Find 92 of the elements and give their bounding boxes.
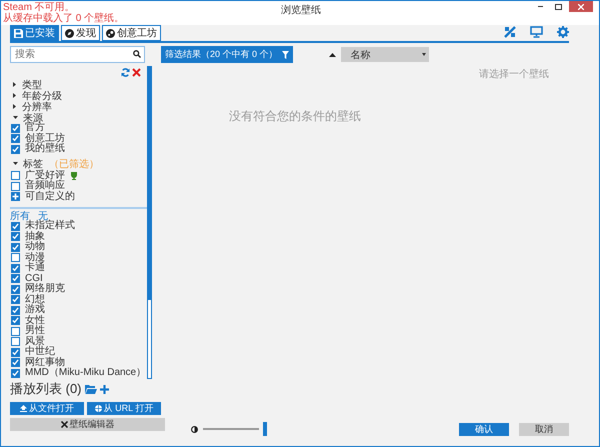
tab[interactable]: 已安装 — [10, 25, 59, 41]
settings-icon[interactable] — [557, 26, 569, 38]
checkbox[interactable] — [11, 348, 20, 357]
checkbox[interactable] — [11, 295, 20, 304]
tag-option[interactable]: MMD（Miku-Miku Dance） — [10, 368, 147, 378]
tag-option[interactable]: 幻想 — [10, 294, 147, 305]
maximize-icon — [554, 4, 562, 10]
caret-right-icon — [13, 82, 17, 87]
close-icon — [578, 4, 584, 10]
filter-option[interactable]: 可自定义的 — [10, 192, 147, 202]
tag-option[interactable]: 动物 — [10, 242, 147, 252]
caret-right-icon — [13, 93, 17, 98]
checkbox[interactable] — [11, 124, 20, 133]
brightness-icon — [191, 426, 198, 432]
open-button[interactable]: 从 URL 打开 — [87, 402, 161, 414]
search-icon — [133, 50, 141, 58]
open-button[interactable]: 从文件打开 — [10, 402, 84, 414]
minimize-icon — [538, 6, 542, 7]
playlist-title: 播放列表 (0) — [10, 380, 82, 398]
scrollbar[interactable] — [147, 66, 152, 378]
checkbox[interactable] — [11, 171, 20, 180]
tag-option[interactable]: 男性 — [10, 326, 147, 336]
checkbox[interactable] — [11, 316, 20, 326]
checkbox[interactable] — [11, 242, 20, 252]
tag-option[interactable]: 网络朋克 — [10, 284, 147, 294]
tag-option[interactable]: CGI — [10, 274, 147, 284]
filter-section[interactable]: 标签 — [10, 158, 43, 169]
search-field[interactable]: 搜索 — [10, 46, 145, 63]
compass-icon — [65, 28, 74, 38]
filter-option[interactable]: 官方 — [10, 123, 147, 134]
slider-thumb[interactable] — [263, 422, 267, 436]
filter-option[interactable]: 我的壁纸 — [10, 144, 147, 154]
filter-option[interactable]: 广受好评 — [10, 170, 147, 181]
filter-section[interactable]: 年龄分级 — [10, 90, 62, 101]
warning-text: Steam 不可用。 — [3, 2, 76, 13]
caret-down-icon — [13, 116, 18, 120]
checkbox[interactable] — [11, 368, 20, 378]
dialog-button[interactable]: 确认 — [459, 423, 509, 436]
tag-option[interactable]: 风景 — [10, 336, 147, 347]
filter-option[interactable]: 创意工坊 — [10, 134, 147, 144]
checkbox[interactable] — [11, 358, 20, 368]
tag-option[interactable]: 动漫 — [10, 252, 147, 263]
filter-section[interactable]: 类型 — [10, 79, 42, 90]
tag-option[interactable]: 未指定样式 — [10, 221, 147, 232]
sort-dropdown[interactable]: 名称 — [340, 47, 429, 62]
checkbox[interactable] — [11, 274, 20, 284]
tag-option[interactable]: 抽象 — [10, 232, 147, 242]
checkbox[interactable] — [11, 144, 20, 154]
checkbox[interactable] — [11, 134, 20, 144]
checkbox[interactable] — [11, 326, 20, 336]
checkbox[interactable] — [11, 264, 20, 273]
filter-section[interactable]: 来源 — [10, 112, 43, 123]
selection-hint: 请选择一个壁纸 — [479, 68, 549, 81]
caret-down-icon — [422, 53, 426, 56]
editor-button[interactable]: 壁纸编辑器 — [10, 418, 165, 430]
caret-right-icon — [13, 104, 17, 109]
checkbox[interactable] — [11, 284, 20, 294]
warning-text: 从缓存中载入了 0 个壁纸。 — [3, 13, 126, 24]
caret-down-icon — [13, 162, 18, 166]
checkbox[interactable] — [11, 337, 20, 346]
window-title: 浏览壁纸 — [281, 4, 321, 17]
globe-icon — [94, 404, 102, 412]
plus-icon[interactable] — [11, 192, 20, 202]
filter-section[interactable]: 分辨率 — [10, 101, 52, 112]
checkbox[interactable] — [11, 306, 20, 315]
trophy-icon — [70, 172, 78, 180]
close-button[interactable] — [569, 1, 593, 12]
empty-message: 没有符合您的条件的壁纸 — [229, 108, 361, 124]
tab[interactable]: 发现 — [61, 25, 100, 41]
checkbox[interactable] — [11, 182, 20, 191]
monitor-icon[interactable] — [530, 26, 543, 38]
checkbox[interactable] — [11, 253, 20, 262]
add-icon[interactable] — [100, 384, 109, 394]
upload-icon — [20, 404, 27, 412]
tag-option[interactable]: 卡通 — [10, 263, 147, 274]
checkbox[interactable] — [11, 232, 20, 242]
filter-results-button[interactable]: 筛选结果（20 个中有 0 个） — [161, 46, 293, 63]
tag-option[interactable]: 女性 — [10, 316, 147, 326]
filter-option[interactable]: 音频响应 — [10, 181, 147, 192]
dialog-button[interactable]: 取消 — [519, 423, 569, 436]
sort-order-icon[interactable] — [328, 52, 336, 56]
clear-icon[interactable] — [132, 68, 141, 79]
checkbox[interactable] — [11, 222, 20, 231]
tag-option[interactable]: 网红事物 — [10, 358, 147, 368]
filter-icon — [282, 50, 289, 58]
refresh-icon[interactable] — [121, 68, 130, 79]
tag-option[interactable]: 游戏 — [10, 305, 147, 316]
tag-option[interactable]: 中世纪 — [10, 347, 147, 358]
steam-logo-icon — [106, 28, 115, 38]
folder-icon[interactable] — [84, 384, 97, 394]
tab[interactable]: 创意工坊 — [102, 25, 161, 41]
filter-note: （已筛选） — [49, 158, 99, 170]
